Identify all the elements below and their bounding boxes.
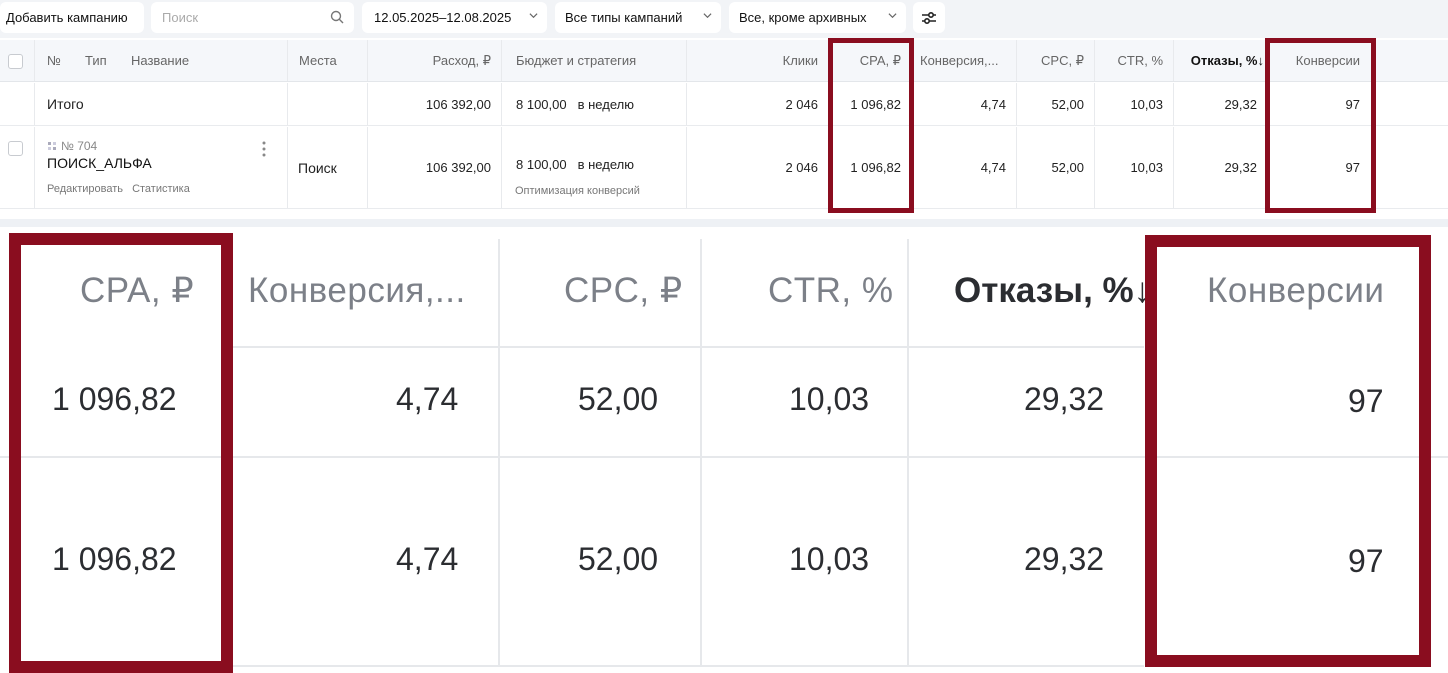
zoom-campaign-conversions: 97 <box>1348 542 1384 579</box>
header-conversions[interactable]: Конверсии <box>1268 40 1370 81</box>
zoom-header-cpa: CPA, ₽ <box>80 271 195 310</box>
total-budget-amount: 8 100,00 <box>516 96 567 112</box>
zoom-header-bounces: Отказы, %↓ <box>954 271 1152 310</box>
header-spend[interactable]: Расход, ₽ <box>367 40 501 81</box>
campaign-links: Редактировать Статистика <box>47 183 196 195</box>
campaign-conversion-rate: 4,74 <box>912 127 1016 208</box>
total-conversions: 97 <box>1345 96 1360 112</box>
chevron-down-icon <box>888 13 897 19</box>
zoom-header-conversions: Конверсии <box>1207 271 1385 310</box>
campaign-types-select[interactable]: Все типы кампаний <box>555 2 721 33</box>
add-campaign-label: Добавить кампанию <box>6 10 128 25</box>
total-spend: 106 392,00 <box>367 83 501 125</box>
zoom-total-bounces: 29,32 <box>1024 380 1105 417</box>
campaign-places: Поиск <box>287 127 367 208</box>
date-range-value: 12.05.2025–12.08.2025 <box>374 10 512 25</box>
total-budget-period: в неделю <box>577 96 634 112</box>
filter-settings-button[interactable] <box>913 2 945 33</box>
campaign-strategy: Оптимизация конверсий <box>515 185 640 197</box>
campaign-budget-amount: 8 100,00 <box>516 157 567 172</box>
edit-link[interactable]: Редактировать <box>47 183 123 195</box>
table-header: № Тип Название Места Расход, ₽ Бюджет и … <box>0 40 1448 82</box>
zoom-header-cpc: CPC, ₽ <box>564 271 683 310</box>
total-places <box>287 83 367 125</box>
zoom-header-conversion-rate: Конверсия,... <box>248 271 466 310</box>
grid-line <box>498 239 500 665</box>
grid-line <box>0 456 1448 458</box>
campaign-conversions: 97 <box>1345 160 1360 175</box>
statistics-link[interactable]: Статистика <box>132 183 190 195</box>
grid-line <box>232 346 1144 348</box>
grid-line <box>907 239 909 665</box>
header-name[interactable]: Название <box>131 40 189 81</box>
column-divider <box>34 40 35 81</box>
toolbar: Добавить кампанию Поиск 12.05.2025–12.08… <box>0 0 1448 38</box>
campaign-budget-period: в неделю <box>577 157 634 172</box>
header-number[interactable]: № <box>47 40 61 81</box>
campaign-bounces: 29,32 <box>1173 127 1267 208</box>
zoom-header-ctr: CTR, % <box>768 271 894 310</box>
zoom-total-cpa: 1 096,82 <box>52 380 177 417</box>
total-clicks: 2 046 <box>686 83 828 125</box>
column-divider <box>34 83 35 125</box>
header-cpa[interactable]: CPA, ₽ <box>829 40 911 81</box>
campaign-cpc: 52,00 <box>1016 127 1094 208</box>
row-checkbox[interactable] <box>8 141 23 156</box>
header-type[interactable]: Тип <box>85 40 107 81</box>
header-conversion-rate[interactable]: Конверсия,... <box>912 40 1016 81</box>
campaign-name[interactable]: ПОИСК_АЛЬФА <box>47 155 152 171</box>
campaigns-table: № Тип Название Места Расход, ₽ Бюджет и … <box>0 40 1448 212</box>
zoom-campaign-ctr: 10,03 <box>789 540 870 577</box>
total-ctr: 10,03 <box>1094 83 1173 125</box>
campaign-clicks: 2 046 <box>686 127 828 208</box>
header-places[interactable]: Места <box>287 40 367 81</box>
select-all-checkbox[interactable] <box>8 54 23 69</box>
sliders-icon <box>922 11 936 24</box>
more-options-icon[interactable] <box>257 140 271 158</box>
archive-filter-select[interactable]: Все, кроме архивных <box>729 2 906 33</box>
campaign-info: № 704 ПОИСК_АЛЬФА Редактировать Статисти… <box>47 139 277 199</box>
total-cpc: 52,00 <box>1016 83 1094 125</box>
total-cpa: 1 096,82 <box>850 96 901 112</box>
header-clicks[interactable]: Клики <box>686 40 828 81</box>
zoom-campaign-bounces: 29,32 <box>1024 540 1105 577</box>
zoomed-metrics-detail: CPA, ₽ Конверсия,... CPC, ₽ CTR, % Отказ… <box>0 219 1448 673</box>
chevron-down-icon <box>529 13 538 19</box>
zoom-total-conversions: 97 <box>1348 382 1384 419</box>
total-bounces: 29,32 <box>1173 83 1267 125</box>
chevron-down-icon <box>703 13 712 19</box>
campaign-cpa: 1 096,82 <box>850 160 901 175</box>
zoom-campaign-conversion-rate: 4,74 <box>396 540 459 577</box>
date-range-select[interactable]: 12.05.2025–12.08.2025 <box>362 2 547 33</box>
campaign-id-text: № 704 <box>61 139 98 153</box>
grid-line <box>232 665 1144 667</box>
campaign-spend: 106 392,00 <box>367 127 501 208</box>
header-ctr[interactable]: CTR, % <box>1094 40 1173 81</box>
column-divider <box>34 127 35 208</box>
zoom-campaign-cpc: 52,00 <box>578 540 659 577</box>
campaign-types-value: Все типы кампаний <box>565 10 683 25</box>
zoom-total-cpc: 52,00 <box>578 380 659 417</box>
zoom-total-conversion-rate: 4,74 <box>396 380 459 417</box>
campaign-ctr: 10,03 <box>1094 127 1173 208</box>
search-placeholder: Поиск <box>162 10 199 25</box>
zoom-campaign-cpa: 1 096,82 <box>52 540 177 577</box>
total-conversion-rate: 4,74 <box>912 83 1016 125</box>
header-cpc[interactable]: CPC, ₽ <box>1016 40 1094 81</box>
search-icon <box>330 10 344 24</box>
zoom-top-strip <box>0 219 1448 227</box>
total-label: Итого <box>47 96 84 112</box>
table-row-total: Итого 106 392,00 8 100,00 в неделю 2 046… <box>0 83 1448 126</box>
campaign-id: № 704 <box>47 139 97 153</box>
add-campaign-button[interactable]: Добавить кампанию <box>0 2 144 33</box>
archive-filter-value: Все, кроме архивных <box>739 10 867 25</box>
search-input[interactable]: Поиск <box>151 2 354 33</box>
header-budget[interactable]: Бюджет и стратегия <box>501 40 686 81</box>
total-budget: 8 100,00 в неделю <box>501 83 686 125</box>
grid-line <box>700 239 702 665</box>
campaign-type-icon <box>48 142 56 150</box>
table-row: № 704 ПОИСК_АЛЬФА Редактировать Статисти… <box>0 127 1448 209</box>
header-bounces[interactable]: Отказы, %↓ <box>1173 40 1267 81</box>
zoom-total-ctr: 10,03 <box>789 380 870 417</box>
